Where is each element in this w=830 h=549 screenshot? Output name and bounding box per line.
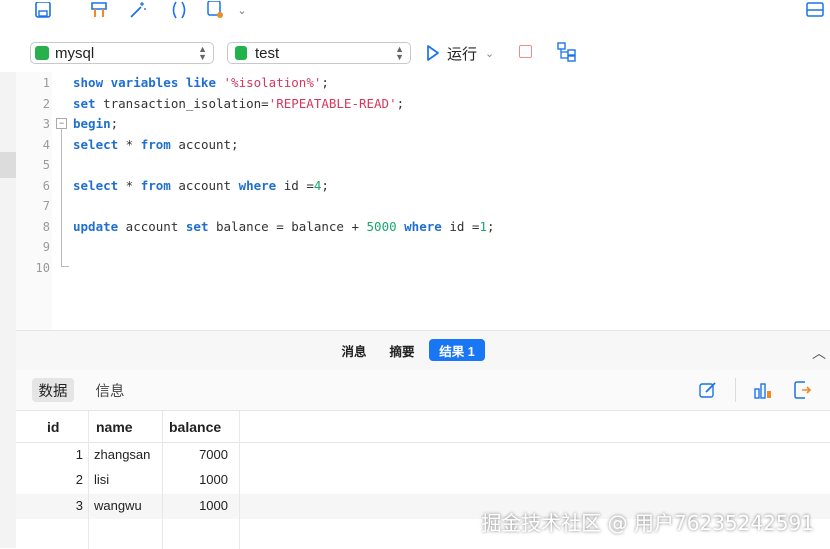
collapse-panel-chevron-icon[interactable]: ︿ (812, 343, 826, 363)
output-tab-strip: 消息 摘要 结果 1 ︿ (16, 330, 830, 371)
table-cell-balance[interactable]: 1000 (166, 469, 228, 490)
column-header-id[interactable]: id (47, 417, 59, 437)
line-number: 4 (42, 138, 50, 152)
panel-layout-icon[interactable] (804, 0, 826, 20)
table-cell-id[interactable]: 2 (56, 469, 83, 490)
database-select-value: test (255, 44, 280, 62)
fold-guide-line (61, 129, 62, 267)
result-header: 数据 信息 (16, 370, 830, 410)
table-cell-balance[interactable]: 1000 (166, 495, 228, 516)
export-result-icon[interactable] (793, 380, 813, 405)
tab-messages[interactable]: 消息 (334, 339, 374, 361)
code-line-3: begin; (73, 116, 119, 131)
save-icon[interactable] (32, 0, 54, 20)
line-number: 10 (35, 261, 50, 275)
play-icon (427, 45, 439, 61)
fold-collapse-icon[interactable]: − (56, 118, 67, 129)
code-line-4: select * from account; (73, 137, 239, 152)
mysql-icon (35, 46, 49, 60)
watermark: 掘金技术社区 @ 用户76235242591 (481, 511, 814, 535)
left-panel-marker (0, 152, 16, 178)
line-number: 9 (42, 240, 50, 254)
tab-info[interactable]: 信息 (90, 378, 130, 402)
column-header-name[interactable]: name (96, 417, 133, 437)
line-number: 1 (42, 76, 50, 90)
connection-select-value: mysql (55, 44, 95, 62)
tab-data[interactable]: 数据 (32, 378, 74, 402)
table-cell-name[interactable]: zhangsan (94, 444, 150, 465)
left-panel-strip (0, 72, 16, 548)
database-icon (235, 46, 247, 60)
run-label: 运行 (447, 45, 478, 63)
column-divider (239, 411, 240, 549)
column-divider (162, 411, 163, 549)
chevron-down-icon[interactable]: ⌄ (231, 0, 253, 20)
code-line-1: show variables like '%isolation%'; (73, 75, 329, 90)
sql-editor[interactable]: 1 2 3 4 5 6 7 8 9 10 − show variables li… (16, 72, 830, 330)
select-arrows-icon: ▲ ▼ (395, 44, 404, 62)
top-toolbar: ⌄ (0, 0, 830, 28)
line-number: 3 (42, 117, 50, 131)
magic-wand-icon[interactable] (127, 0, 149, 20)
tag-icon[interactable] (88, 0, 110, 20)
select-arrows-icon: ▲ ▼ (198, 44, 207, 62)
stop-icon[interactable] (519, 45, 532, 58)
column-header-balance[interactable]: balance (169, 417, 221, 437)
line-number: 5 (42, 158, 50, 172)
line-number: 2 (42, 97, 50, 111)
line-number: 8 (42, 220, 50, 234)
toolbar-divider (735, 378, 736, 402)
database-select[interactable]: test ▲ ▼ (227, 42, 411, 64)
connection-bar: mysql ▲ ▼ test ▲ ▼ 运行 ⌄ (0, 36, 830, 70)
line-number: 7 (42, 199, 50, 213)
export-icon[interactable] (204, 0, 226, 20)
parentheses-icon[interactable] (168, 0, 190, 20)
tab-summary[interactable]: 摘要 (382, 339, 422, 361)
run-button[interactable]: 运行 ⌄ (426, 42, 494, 64)
table-cell-name[interactable]: lisi (94, 469, 109, 490)
table-cell-balance[interactable]: 7000 (166, 444, 228, 465)
code-line-8: update account set balance = balance + 5… (73, 219, 495, 234)
line-number: 6 (42, 179, 50, 193)
fold-end-marker (61, 266, 69, 267)
tab-result-1[interactable]: 结果 1 (429, 339, 485, 361)
code-line-2: set transaction_isolation='REPEATABLE-RE… (73, 96, 405, 111)
table-cell-id[interactable]: 1 (56, 444, 83, 465)
table-cell-id[interactable]: 3 (56, 495, 83, 516)
column-divider (88, 411, 89, 549)
run-options-chevron-icon[interactable]: ⌄ (485, 47, 494, 60)
chart-icon[interactable] (753, 380, 773, 405)
code-line-6: select * from account where id =4; (73, 178, 329, 193)
edit-icon[interactable] (699, 381, 717, 404)
explain-icon[interactable] (557, 42, 577, 67)
connection-select[interactable]: mysql ▲ ▼ (30, 42, 214, 64)
header-divider (16, 442, 830, 443)
table-cell-name[interactable]: wangwu (94, 495, 142, 516)
